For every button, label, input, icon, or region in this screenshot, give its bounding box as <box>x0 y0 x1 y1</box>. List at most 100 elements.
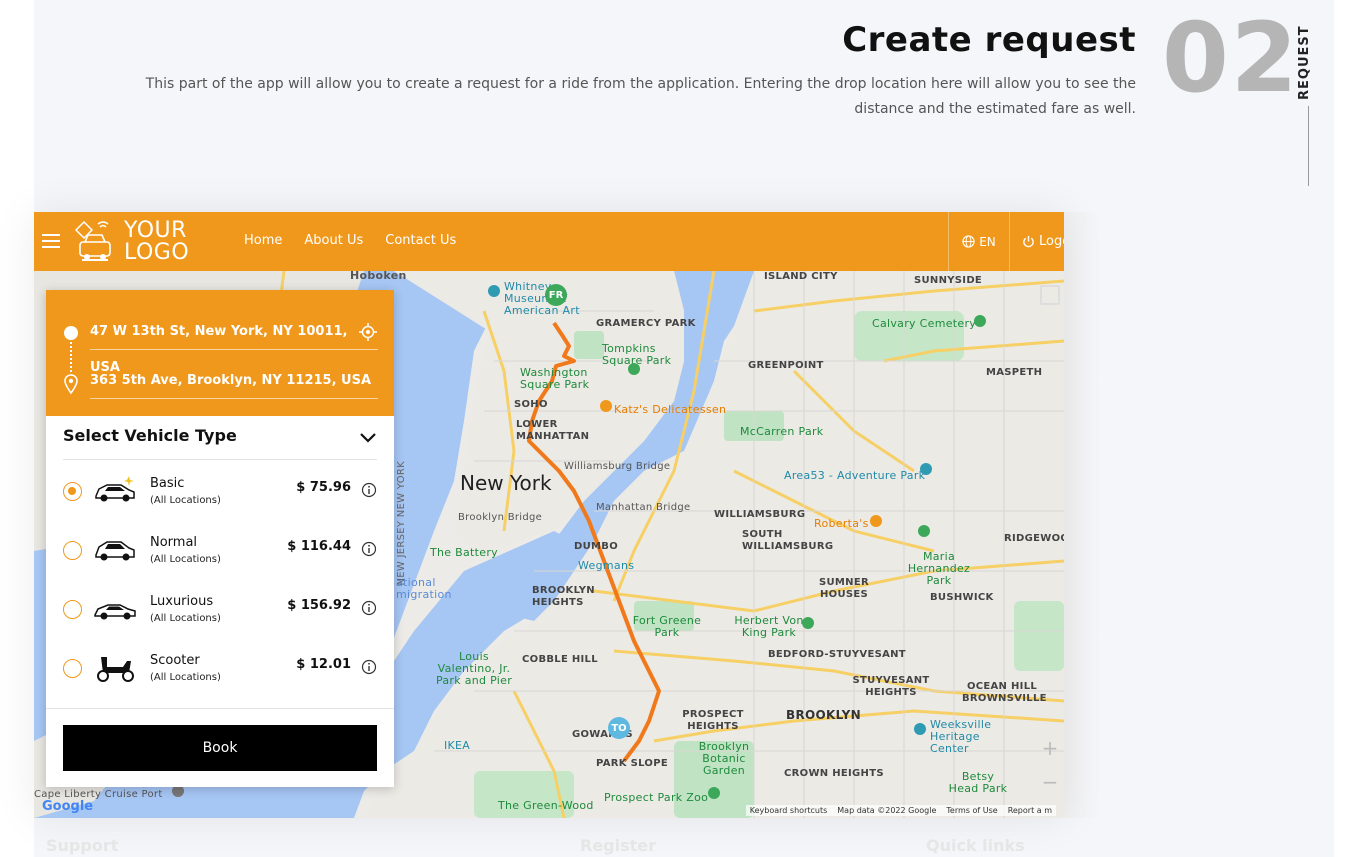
map-label-the-battery: The Battery <box>430 546 498 559</box>
vehicle-scope: (All Locations) <box>150 554 221 565</box>
vehicle-name: Basic <box>150 476 185 491</box>
map-label-ridgewood: RIDGEWOOD <box>1004 533 1064 544</box>
footer-quicklinks-heading: Quick links <box>926 836 1025 855</box>
dropoff-pin[interactable]: TO <box>608 717 630 739</box>
vehicle-name: Scooter <box>150 653 200 668</box>
map-label-sunnyside: SUNNYSIDE <box>914 275 983 286</box>
scooter-icon <box>97 657 134 682</box>
map-label-brooklyn-bridge: Brooklyn Bridge <box>458 512 543 523</box>
terms-link[interactable]: Terms of Use <box>946 806 997 815</box>
map-label-mccarren: McCarren Park <box>740 425 824 438</box>
route-dotted-line <box>70 342 72 372</box>
location-section: 47 W 13th St, New York, NY 10011, USA 36… <box>46 290 394 416</box>
vehicle-option-scooter[interactable]: Scooter (All Locations) $ 12.01 <box>63 637 377 696</box>
info-icon[interactable] <box>361 659 377 675</box>
map-label-williamsburg-bridge: Williamsburg Bridge <box>564 461 671 472</box>
map-data-text: Map data ©2022 Google <box>837 806 937 815</box>
location-pin-icon <box>64 374 78 394</box>
zoom-in-icon[interactable]: + <box>1036 731 1064 765</box>
map-label-island-city: ISLAND CITY <box>764 271 838 282</box>
book-button[interactable]: Book <box>63 725 377 771</box>
vehicle-radio[interactable] <box>63 600 82 619</box>
map-label-katz: Katz's Delicatessen <box>614 403 727 416</box>
vehicle-scope: (All Locations) <box>150 495 221 506</box>
chevron-down-icon[interactable] <box>359 428 377 446</box>
request-panel: 47 W 13th St, New York, NY 10011, USA 36… <box>46 290 394 787</box>
map-attribution: Keyboard shortcuts Map data ©2022 Google… <box>745 805 1056 816</box>
vehicle-option-luxurious[interactable]: Luxurious (All Locations) $ 156.92 <box>63 578 377 637</box>
map-label-ocean-hill: OCEAN HILL BROWNSVILLE <box>962 681 1047 704</box>
power-icon <box>1023 235 1034 248</box>
section-divider <box>1308 106 1309 186</box>
map-label-sumner: SUMNER HOUSES <box>819 577 869 600</box>
main-nav: Home About Us Contact Us <box>244 233 456 248</box>
pickup-pin[interactable]: FR <box>545 284 567 306</box>
keyboard-shortcuts-link[interactable]: Keyboard shortcuts <box>750 806 827 815</box>
map-label-wegmans: Wegmans <box>578 559 635 572</box>
map-label-brooklyn-heights: BROOKLYN HEIGHTS <box>532 585 595 608</box>
dropoff-input[interactable]: 363 5th Ave, Brooklyn, NY 11215, USA <box>90 363 378 399</box>
museum-poi-icon <box>488 285 500 297</box>
map-label-cobble-hill: COBBLE HILL <box>522 654 598 665</box>
vehicle-price: $ 156.92 <box>287 598 351 613</box>
zoom-control[interactable]: + − <box>1036 731 1064 801</box>
vehicle-radio[interactable] <box>63 541 82 560</box>
pickup-input[interactable]: 47 W 13th St, New York, NY 10011, USA <box>90 314 378 375</box>
map-label-washington: Washington Square Park <box>520 366 590 391</box>
vehicle-type-header[interactable]: Select Vehicle Type <box>63 416 377 460</box>
nav-home[interactable]: Home <box>244 233 282 248</box>
park-poi-icon <box>628 363 640 375</box>
info-icon[interactable] <box>361 482 377 498</box>
section-number: 02 <box>1162 2 1300 114</box>
info-icon[interactable] <box>361 541 377 557</box>
vehicle-price: $ 116.44 <box>287 539 351 554</box>
heritage-poi-icon <box>914 723 926 735</box>
cemetery-poi-icon <box>974 315 986 327</box>
nav-about-us[interactable]: About Us <box>304 233 363 248</box>
report-link[interactable]: Report a m <box>1008 806 1052 815</box>
map-label-crown-heights: CROWN HEIGHTS <box>784 768 884 779</box>
map-label-nj-ny: NEW JERSEY NEW YORK <box>396 461 407 586</box>
map-label-robertas: Roberta's <box>814 517 869 530</box>
map-label-dumbo: DUMBO <box>574 541 618 552</box>
gps-locate-icon[interactable] <box>359 323 377 341</box>
map-label-weeksville: Weeksville Heritage Center <box>930 718 992 755</box>
nav-contact-us[interactable]: Contact Us <box>385 233 456 248</box>
amusement-poi-icon <box>920 463 932 475</box>
map-label-gramercy: GRAMERCY PARK <box>596 318 696 329</box>
map-label-williamsburg: WILLIAMSBURG <box>714 509 806 520</box>
map-label-lower-manhattan: LOWER MANHATTAN <box>516 419 590 442</box>
map-label-area53: Area53 - Adventure Park <box>784 469 926 482</box>
map-label-ikea: IKEA <box>444 739 471 752</box>
vehicle-option-normal[interactable]: Normal (All Locations) $ 116.44 <box>63 519 377 578</box>
map-label-herbert-von-king: Herbert Von King Park <box>734 614 804 639</box>
pizza-poi-icon <box>870 515 882 527</box>
map-label-south-williamsburg: SOUTH WILLIAMSBURG <box>742 529 834 552</box>
app-header: YOUR LOGO Home About Us Contact Us EN Lo… <box>34 212 1064 271</box>
globe-icon <box>962 235 975 248</box>
map-label-bedford: BEDFORD-STUYVESANT <box>768 649 906 660</box>
language-selector[interactable]: EN <box>948 212 1010 271</box>
map-label-louis-valentino: Louis Valentino, Jr. Park and Pier <box>435 650 513 687</box>
vehicle-radio[interactable] <box>63 482 82 501</box>
map-label-fort-greene: Fort Greene Park <box>632 614 702 639</box>
vehicle-type-title: Select Vehicle Type <box>63 426 237 445</box>
google-logo: Google <box>42 799 94 814</box>
map-label-soho: SOHO <box>514 399 548 410</box>
info-icon[interactable] <box>361 600 377 616</box>
vehicle-price: $ 12.01 <box>296 657 351 672</box>
footer-support-heading: Support <box>46 836 119 855</box>
map-label-new-york: New York <box>460 471 552 495</box>
zoom-out-icon[interactable]: − <box>1036 765 1064 799</box>
vehicle-radio[interactable] <box>63 659 82 678</box>
map-label-prospect-zoo: Prospect Park Zoo <box>604 791 709 804</box>
vehicle-name: Normal <box>150 535 198 550</box>
section-vertical-label: REQUEST <box>1297 25 1312 100</box>
vehicle-scope: (All Locations) <box>150 613 221 624</box>
logout-button[interactable]: Logout <box>1022 212 1064 271</box>
zoo-poi-icon <box>708 787 720 799</box>
vehicle-option-basic[interactable]: Basic (All Locations) $ 75.96 <box>63 460 377 519</box>
menu-icon[interactable] <box>42 234 60 248</box>
section-description: This part of the app will allow you to c… <box>145 76 1136 117</box>
fullscreen-icon[interactable] <box>1040 285 1060 305</box>
